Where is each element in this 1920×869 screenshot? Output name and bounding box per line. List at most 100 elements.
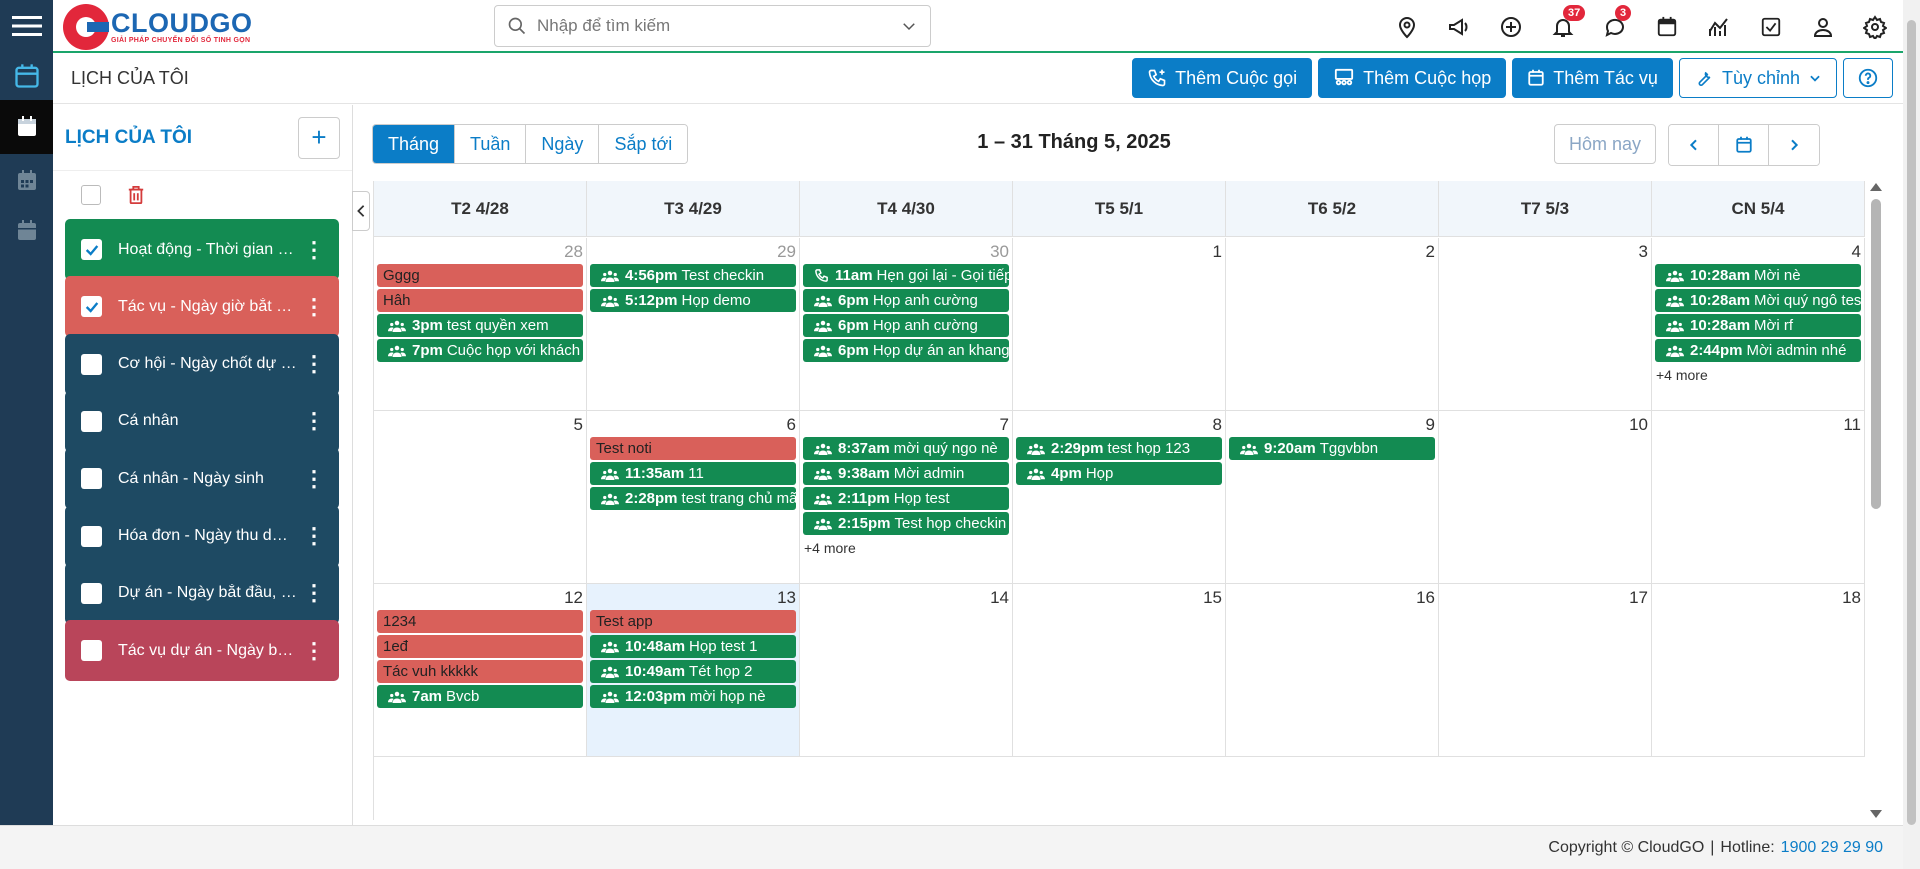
- calendar-event[interactable]: 6pm Họp dự án an khang: [803, 339, 1009, 362]
- day-cell[interactable]: 9 9:20am Tggvbbn: [1226, 411, 1439, 583]
- more-events-link[interactable]: +4 more: [804, 540, 856, 556]
- calendar-event[interactable]: 11:35am 11: [590, 462, 796, 485]
- calendar-event[interactable]: Tác vuh kkkkk: [377, 660, 583, 683]
- day-cell[interactable]: 5: [374, 411, 587, 583]
- day-number[interactable]: 16: [1416, 588, 1435, 608]
- add-task-button[interactable]: Thêm Tác vụ: [1512, 58, 1673, 98]
- help-button[interactable]: [1843, 58, 1893, 98]
- rail-shared-calendar[interactable]: [0, 154, 53, 208]
- calendar-more-icon[interactable]: ⋮: [303, 410, 325, 432]
- notifications-button[interactable]: 37: [1537, 0, 1589, 53]
- rail-resource-calendar[interactable]: [0, 208, 53, 254]
- cloudgo-logo[interactable]: CLOUDGO GIẢI PHÁP CHUYỂN ĐỔI SỐ TINH GỌN: [63, 0, 253, 53]
- scroll-up-arrow-icon[interactable]: [1870, 183, 1882, 191]
- day-number[interactable]: 2: [1426, 242, 1435, 262]
- day-cell[interactable]: 18: [1652, 584, 1865, 756]
- settings-button[interactable]: [1849, 0, 1901, 53]
- quick-add-button[interactable]: [1485, 0, 1537, 53]
- calendar-scrollbar[interactable]: [1867, 181, 1885, 820]
- calendar-checkbox[interactable]: [81, 640, 102, 662]
- calendar-event[interactable]: 11am Hẹn gọi lại - Gọi tiếp: [803, 264, 1009, 287]
- day-number[interactable]: 1: [1213, 242, 1222, 262]
- day-cell[interactable]: 30 11am Hẹn gọi lại - Gọi tiếp 6pm Họp anh c…: [800, 238, 1013, 410]
- calendar-event[interactable]: 4:56pm Test checkin: [590, 264, 796, 287]
- trash-icon[interactable]: [127, 185, 145, 205]
- calendar-event[interactable]: Gggg: [377, 264, 583, 287]
- calendar-event[interactable]: 8:37am mời quý ngo nè: [803, 437, 1009, 460]
- calendar-more-icon[interactable]: ⋮: [303, 353, 325, 375]
- day-number[interactable]: 29: [777, 242, 796, 262]
- day-cell[interactable]: 6 Test noti 11:35am 11 2:28pm test trang chủ …: [587, 411, 800, 583]
- calendar-checkbox[interactable]: [81, 296, 102, 318]
- day-number[interactable]: 11: [1843, 415, 1861, 435]
- calendar-checkbox[interactable]: [81, 582, 102, 604]
- day-number[interactable]: 10: [1629, 415, 1648, 435]
- day-number[interactable]: 18: [1842, 588, 1861, 608]
- day-cell[interactable]: 15: [1013, 584, 1226, 756]
- calendar-event[interactable]: 9:20am Tggvbbn: [1229, 437, 1435, 460]
- calendar-item[interactable]: Cá nhân - Ngày sinh ⋮: [65, 448, 339, 510]
- page-scroll-thumb[interactable]: [1907, 20, 1916, 825]
- calendar-event[interactable]: 2:44pm Mời admin nhé: [1655, 339, 1861, 362]
- calendar-event[interactable]: 3pm test quyền xem: [377, 314, 583, 337]
- calendar-more-icon[interactable]: ⋮: [303, 467, 325, 489]
- chevron-down-icon[interactable]: [900, 17, 918, 35]
- calendar-event[interactable]: 10:28am Mời rf: [1655, 314, 1861, 337]
- day-number[interactable]: 13: [777, 588, 796, 608]
- calendar-shortcut-button[interactable]: [1641, 0, 1693, 53]
- calendar-item[interactable]: Cá nhân ⋮: [65, 390, 339, 452]
- day-cell[interactable]: 29 4:56pm Test checkin 5:12pm Họp demo: [587, 238, 800, 410]
- rail-my-calendar[interactable]: [0, 100, 53, 154]
- calendar-event[interactable]: 10:49am Tét họp 2: [590, 660, 796, 683]
- add-calendar-button[interactable]: +: [298, 116, 340, 159]
- calendar-more-icon[interactable]: ⋮: [303, 238, 325, 260]
- calendar-event[interactable]: Test app: [590, 610, 796, 633]
- day-number[interactable]: 17: [1629, 588, 1648, 608]
- day-cell[interactable]: 2: [1226, 238, 1439, 410]
- global-search[interactable]: [494, 5, 931, 47]
- rail-calendar-main[interactable]: [0, 52, 53, 100]
- calendar-event[interactable]: 7pm Cuộc họp với khách: [377, 339, 583, 362]
- calendar-more-icon[interactable]: ⋮: [303, 295, 325, 317]
- calendar-event[interactable]: 1234: [377, 610, 583, 633]
- calendar-checkbox[interactable]: [81, 525, 102, 547]
- day-cell[interactable]: 1: [1013, 238, 1226, 410]
- calendar-event[interactable]: Hâh: [377, 289, 583, 312]
- day-number[interactable]: 7: [1000, 415, 1009, 435]
- calendar-event[interactable]: 10:28am Mời nè: [1655, 264, 1861, 287]
- day-cell[interactable]: 3: [1439, 238, 1652, 410]
- day-cell[interactable]: 16: [1226, 584, 1439, 756]
- calendar-more-icon[interactable]: ⋮: [303, 582, 325, 604]
- day-number[interactable]: 5: [574, 415, 583, 435]
- chat-button[interactable]: 3: [1589, 0, 1641, 53]
- collapse-panel-button[interactable]: [352, 191, 370, 231]
- day-number[interactable]: 8: [1213, 415, 1222, 435]
- today-button[interactable]: Hôm nay: [1554, 124, 1656, 164]
- day-number[interactable]: 4: [1852, 242, 1861, 262]
- calendar-more-icon[interactable]: ⋮: [303, 525, 325, 547]
- user-profile-button[interactable]: [1797, 0, 1849, 53]
- more-events-link[interactable]: +4 more: [1656, 367, 1708, 383]
- search-input[interactable]: [537, 16, 900, 36]
- announcement-button[interactable]: [1433, 0, 1485, 53]
- calendar-event[interactable]: 10:48am Họp test 1: [590, 635, 796, 658]
- calendar-event[interactable]: 9:38am Mời admin: [803, 462, 1009, 485]
- page-scrollbar[interactable]: [1903, 0, 1920, 869]
- hamburger-menu-button[interactable]: [0, 0, 53, 52]
- calendar-event[interactable]: 12:03pm mời họp nè: [590, 685, 796, 708]
- calendar-event[interactable]: 10:28am Mời quý ngô test: [1655, 289, 1861, 312]
- customize-dropdown[interactable]: Tùy chỉnh: [1678, 58, 1837, 98]
- calendar-item[interactable]: Cơ hội - Ngày chốt dự kiến ⋮: [65, 333, 339, 395]
- location-button[interactable]: [1381, 0, 1433, 53]
- day-number[interactable]: 3: [1639, 242, 1648, 262]
- day-number[interactable]: 15: [1203, 588, 1222, 608]
- add-meeting-button[interactable]: Thêm Cuộc họp: [1318, 58, 1507, 98]
- next-button[interactable]: [1769, 125, 1819, 165]
- calendar-item[interactable]: Tác vụ - Ngày giờ bắt đầu ⋮: [65, 276, 339, 338]
- prev-button[interactable]: [1669, 125, 1719, 165]
- day-cell[interactable]: 28 Gggg Hâh 3pm test quyền xem 7pm Cuộc họp vớ…: [374, 238, 587, 410]
- calendar-checkbox[interactable]: [81, 239, 102, 260]
- calendar-event[interactable]: 5:12pm Họp demo: [590, 289, 796, 312]
- day-cell[interactable]: 13 Test app 10:48am Họp test 1 10:49am Tét họ…: [587, 584, 800, 756]
- day-number[interactable]: 14: [990, 588, 1009, 608]
